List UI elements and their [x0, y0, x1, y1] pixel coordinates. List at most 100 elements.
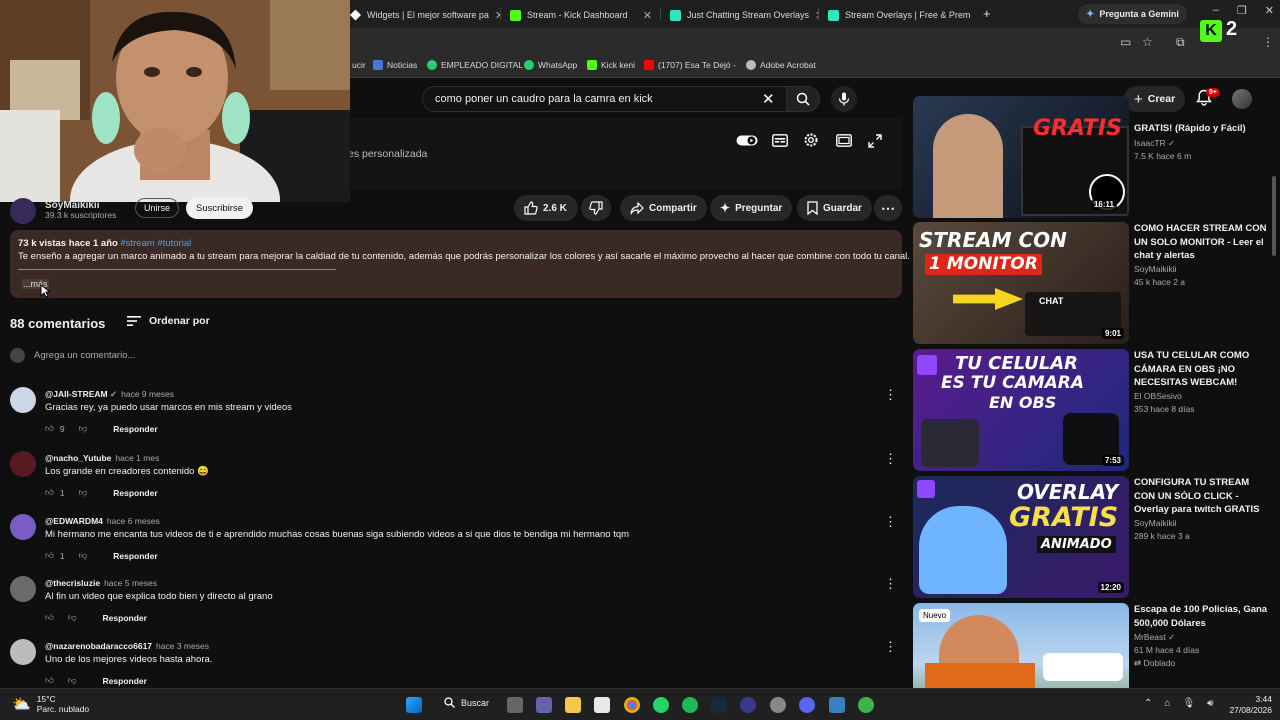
comment-avatar[interactable] [10, 387, 36, 413]
comment-author[interactable]: @nazarenobadaracco6617 hace 3 meses [45, 641, 209, 651]
comment-dislike-icon[interactable]: 👎︎ [79, 423, 88, 434]
network-icon[interactable]: ⌂ [1164, 698, 1170, 709]
author-handle[interactable]: @nazarenobadaracco6617 [45, 641, 152, 651]
comment-avatar[interactable] [10, 639, 36, 665]
more-actions-icon[interactable]: ⋯ [874, 195, 902, 221]
video-title[interactable]: GRATIS! (Rápido y Fácil) [1134, 122, 1270, 136]
browser-tab[interactable]: Widgets | El mejor software pa ✕ [342, 4, 500, 26]
comment-time[interactable]: hace 3 meses [156, 641, 209, 651]
video-title[interactable]: Escapa de 100 Policías, Gana 500,000 Dól… [1134, 603, 1270, 630]
chrome-icon[interactable] [624, 697, 640, 713]
join-button[interactable]: Unirse [135, 198, 180, 218]
author-handle[interactable]: @nacho_Yutube [45, 453, 111, 463]
teams-icon[interactable] [536, 697, 552, 713]
bookmark-item[interactable]: WhatsApp [524, 60, 577, 70]
comment-time[interactable]: hace 5 meses [104, 578, 157, 588]
browser-menu-icon[interactable]: ⋮ [1262, 35, 1274, 49]
comment-dislike-icon[interactable]: 👎︎ [79, 487, 88, 498]
obs-icon[interactable] [740, 697, 756, 713]
autoplay-toggle[interactable] [736, 134, 758, 147]
comment-author[interactable]: @EDWARDM4 hace 6 meses [45, 516, 160, 526]
channel-name[interactable]: SoyMaikikii [1134, 518, 1177, 528]
comment-time[interactable]: hace 1 mes [115, 453, 159, 463]
reply-button[interactable]: Responder [103, 676, 147, 686]
video-thumbnail[interactable]: OVERLAY GRATIS ANIMADO 12:20 [913, 476, 1129, 598]
theater-mode-icon[interactable] [836, 134, 852, 147]
volume-icon[interactable]: 🔊︎ [1207, 698, 1213, 709]
comment-time[interactable]: hace 6 meses [107, 516, 160, 526]
ask-button[interactable]: ✦ Preguntar [710, 195, 793, 221]
recommended-video[interactable]: Nuevo Escapa de 100 Policías, Gana 500,0… [913, 603, 1273, 688]
video-title[interactable]: CONFIGURA TU STREAM CON UN SÓLO CLICK - … [1134, 476, 1270, 517]
add-comment-input[interactable]: Agrega un comentario... [34, 350, 135, 361]
bookmark-star-icon[interactable]: ☆ [1142, 35, 1153, 49]
video-thumbnail[interactable]: Nuevo [913, 603, 1129, 688]
spotify-icon[interactable] [682, 697, 698, 713]
recommended-video[interactable]: STREAM CON 1 MONITOR CHAT 9:01 COMO HACE… [913, 222, 1273, 344]
video-title[interactable]: USA TU CELULAR COMO CÁMARA EN OBS ¡NO NE… [1134, 349, 1270, 390]
comment-like-icon[interactable]: 👍︎ [45, 612, 54, 623]
channel-name[interactable]: IsaacTR ✓ [1134, 138, 1175, 149]
author-handle[interactable]: @JAII-STREAM [45, 389, 108, 399]
browser-tab[interactable]: Stream - Kick Dashboard ✕ [502, 4, 660, 26]
gemini-button[interactable]: ✦ Pregunta a Gemini [1078, 4, 1187, 24]
close-window-icon[interactable]: ✕ [1265, 4, 1274, 17]
search-button[interactable] [786, 86, 820, 112]
comment-menu-icon[interactable]: ⋮ [884, 576, 897, 592]
bookmark-item[interactable]: Kick keni [587, 60, 635, 70]
comment-dislike-icon[interactable]: 👎︎ [68, 612, 77, 623]
clear-search-icon[interactable]: ✕ [762, 90, 775, 108]
subscribe-button[interactable]: Suscribirse [186, 197, 253, 219]
subtitles-icon[interactable] [772, 134, 788, 147]
share-button[interactable]: Compartir [620, 195, 707, 221]
file-explorer-icon[interactable] [565, 697, 581, 713]
reply-button[interactable]: Responder [113, 488, 157, 498]
comment-menu-icon[interactable]: ⋮ [884, 514, 897, 530]
video-thumbnail[interactable]: TU CELULAR ES TU CAMARA EN OBS 7:53 [913, 349, 1129, 471]
store-icon[interactable] [594, 697, 610, 713]
comment-menu-icon[interactable]: ⋮ [884, 451, 897, 467]
bookmark-item[interactable]: (1707) Esa Te Dejó - [644, 60, 736, 70]
xbox-icon[interactable] [858, 697, 874, 713]
bookmark-item[interactable]: EMPLEADO DIGITAL [427, 60, 523, 70]
channel-name[interactable]: MrBeast ✓ [1134, 632, 1175, 643]
taskbar-search[interactable]: Buscar [444, 697, 489, 708]
system-clock[interactable]: 3:44 27/08/2026 [1229, 694, 1272, 716]
reply-button[interactable]: Responder [113, 424, 157, 434]
video-description[interactable]: 73 k vistas hace 1 año #stream #tutorial… [10, 230, 910, 298]
comment-avatar[interactable] [10, 514, 36, 540]
browser-tab[interactable]: Just Chatting Stream Overlays ✕ [662, 4, 818, 26]
comment-dislike-icon[interactable]: 👎︎ [79, 550, 88, 561]
video-thumbnail[interactable]: STREAM CON 1 MONITOR CHAT 9:01 [913, 222, 1129, 344]
app-icon[interactable] [770, 697, 786, 713]
comment-author[interactable]: @nacho_Yutube hace 1 mes [45, 453, 159, 463]
channel-label[interactable]: IsaacTR [1134, 138, 1166, 148]
new-tab-button[interactable]: + [983, 6, 991, 21]
hashtags[interactable]: #stream #tutorial [120, 238, 191, 249]
task-view-icon[interactable] [507, 697, 523, 713]
extensions-icon[interactable]: ⧉ [1176, 35, 1185, 50]
comment-like-icon[interactable]: 👍︎ [45, 487, 54, 498]
video-player[interactable] [350, 118, 902, 190]
reply-button[interactable]: Responder [113, 551, 157, 561]
page-scrollbar[interactable] [1272, 176, 1276, 256]
browser-tab[interactable]: Stream Overlays | Free & Prem ✕ [820, 4, 978, 26]
comment-dislike-icon[interactable]: 👎︎ [68, 675, 77, 686]
channel-label[interactable]: MrBeast [1134, 632, 1166, 642]
cast-icon[interactable]: ▭ [1120, 35, 1131, 49]
dislike-button[interactable] [581, 195, 611, 221]
comment-avatar[interactable] [10, 576, 36, 602]
comment-author[interactable]: @JAII-STREAM ✓ hace 9 meses [45, 389, 174, 400]
discord-icon[interactable] [799, 697, 815, 713]
voice-search-button[interactable] [831, 86, 857, 112]
recommended-video[interactable]: TU CELULAR ES TU CAMARA EN OBS 7:53 USA … [913, 349, 1273, 471]
comment-like-icon[interactable]: 👍︎ [45, 550, 54, 561]
sort-comments-button[interactable]: Ordenar por [127, 315, 210, 327]
like-button[interactable]: 2.6 K [514, 195, 578, 221]
reply-button[interactable]: Responder [103, 613, 147, 623]
bookmark-item[interactable]: Adobe Acrobat [746, 60, 816, 70]
comment-like-icon[interactable]: 👍︎ [45, 675, 54, 686]
save-button[interactable]: Guardar [797, 195, 872, 221]
comment-like-icon[interactable]: 👍︎ [45, 423, 54, 434]
microphone-tray-icon[interactable]: 🎙︎ [1182, 698, 1195, 709]
